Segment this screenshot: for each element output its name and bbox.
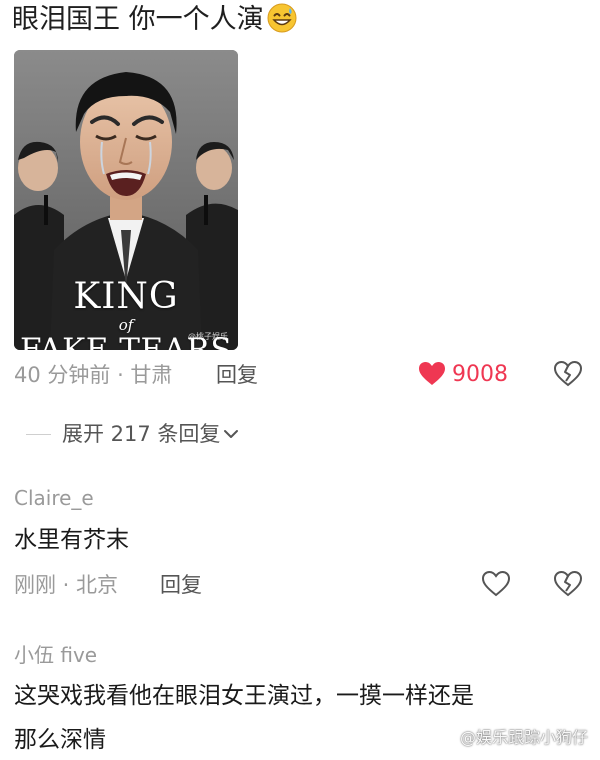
top-comment-reply-button[interactable]: 回复 [216, 362, 258, 388]
liked-heart-icon[interactable] [418, 361, 446, 387]
comment-time-location: 刚刚 · 北京 [14, 573, 119, 597]
image-watermark: @桃子娱乐 [188, 332, 228, 341]
top-comment-text: 眼泪国王 你一个人演 [12, 2, 298, 38]
comment-image[interactable]: KING of FAKE TEARS @桃子娱乐 [14, 50, 238, 350]
comment-text-line-2: 那么深情 [14, 727, 106, 753]
top-comment-body: 眼泪国王 你一个人演 [12, 4, 264, 35]
dislike-broken-heart-icon[interactable] [554, 571, 582, 597]
expand-replies-button[interactable]: 展开 217 条回复 [62, 421, 239, 447]
expand-divider [26, 434, 51, 435]
top-comment-like-count: 9008 [452, 362, 508, 387]
comment-username[interactable]: Claire_e [14, 486, 94, 510]
comment-text: 水里有芥末 [14, 527, 129, 553]
comment-reply-button[interactable]: 回复 [160, 572, 202, 598]
heart-outline-icon[interactable] [482, 571, 510, 597]
comment-username[interactable]: 小伍 five [14, 643, 97, 667]
top-comment-time-location: 40 分钟前 · 甘肃 [14, 363, 173, 387]
comment-text-line-1: 这哭戏我看他在眼泪女王演过，一摸一样还是 [14, 683, 474, 709]
dislike-broken-heart-icon[interactable] [554, 361, 582, 387]
chevron-down-icon [224, 430, 239, 438]
page-watermark: @娱乐跟踪小狗仔 [459, 728, 588, 747]
grinning-sweat-emoji-icon [267, 3, 297, 33]
expand-replies-label: 展开 217 条回复 [62, 422, 221, 446]
poster-title-king: KING [73, 276, 179, 317]
